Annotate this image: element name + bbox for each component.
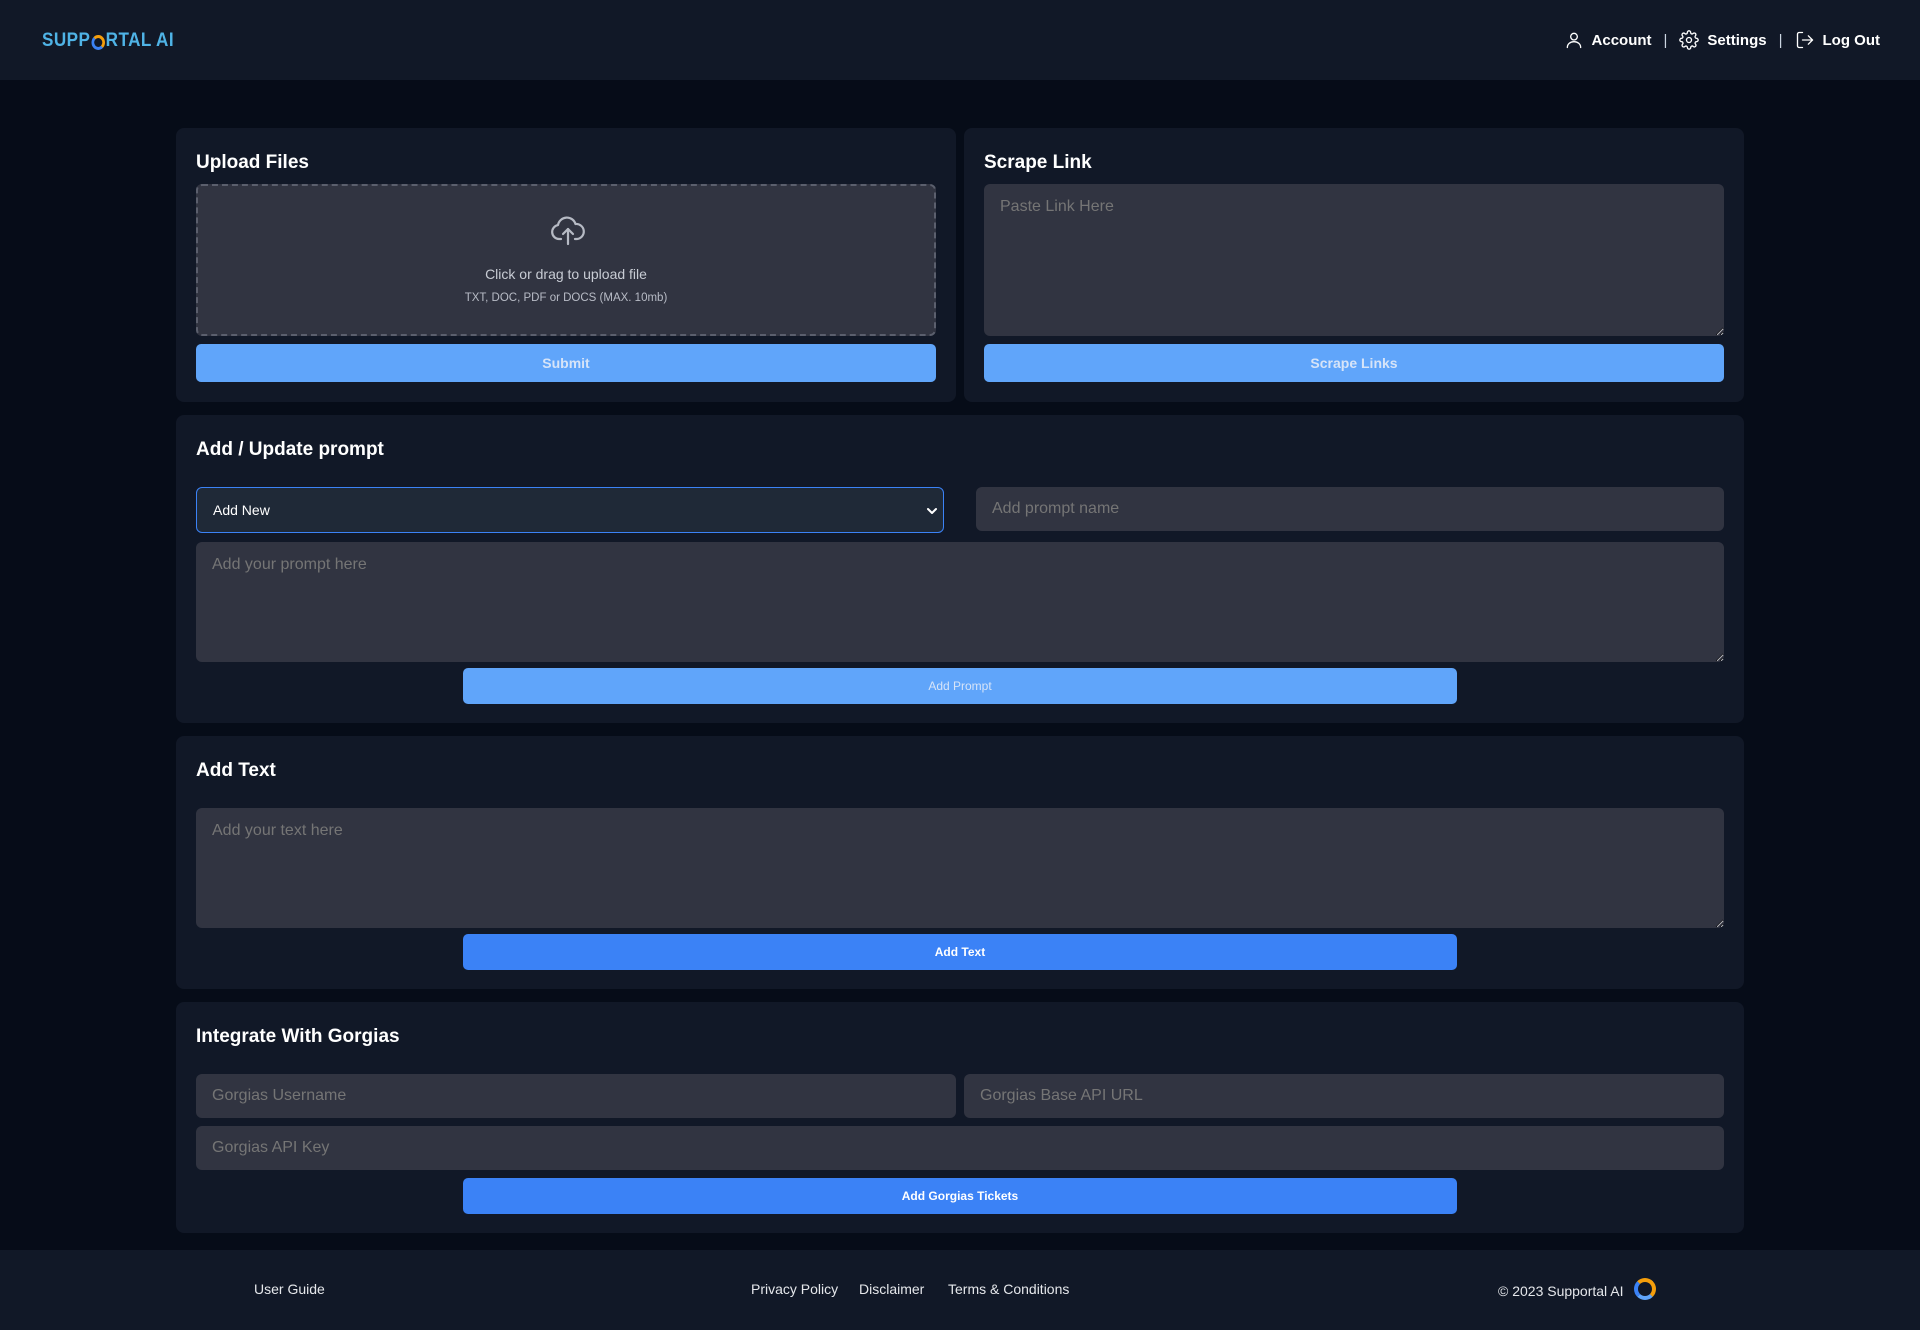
terms-link[interactable]: Terms & Conditions	[948, 1281, 1069, 1297]
copyright-text: © 2023 Supportal AI	[1498, 1282, 1624, 1299]
logo-text-end: RTAL AI	[105, 30, 175, 51]
add-prompt-button[interactable]: Add Prompt	[463, 668, 1457, 704]
settings-label: Settings	[1707, 31, 1767, 49]
logo-text-start: SUPP	[42, 30, 91, 51]
account-link[interactable]: Account	[1564, 30, 1652, 50]
submit-upload-button[interactable]: Submit	[196, 344, 936, 382]
dropzone-instruction: Click or drag to upload file	[485, 266, 647, 282]
copyright: © 2023 Supportal AI	[1498, 1278, 1656, 1300]
page-footer: User Guide Privacy Policy Disclaimer Ter…	[0, 1250, 1920, 1330]
logo-ring-icon	[91, 34, 105, 50]
disclaimer-link[interactable]: Disclaimer	[859, 1281, 924, 1297]
top-header: SUPP RTAL AI Account | Settings | Log Out	[0, 0, 1920, 80]
gorgias-card: Integrate With Gorgias Add Gorgias Ticke…	[176, 1002, 1744, 1233]
gorgias-api-key-input[interactable]	[196, 1126, 1724, 1170]
add-gorgias-tickets-button[interactable]: Add Gorgias Tickets	[463, 1178, 1457, 1214]
privacy-policy-link[interactable]: Privacy Policy	[751, 1281, 838, 1297]
gorgias-username-input[interactable]	[196, 1074, 956, 1118]
nav-separator: |	[1778, 31, 1783, 49]
prompt-card: Add / Update prompt Add New Add Prompt	[176, 415, 1744, 723]
prompt-text-input[interactable]	[196, 542, 1724, 662]
user-guide-link[interactable]: User Guide	[254, 1281, 325, 1297]
prompt-name-input[interactable]	[976, 487, 1724, 531]
prompt-select[interactable]: Add New	[196, 487, 944, 533]
settings-link[interactable]: Settings	[1679, 30, 1767, 50]
gorgias-base-url-input[interactable]	[964, 1074, 1724, 1118]
logout-label: Log Out	[1822, 31, 1880, 49]
add-text-title: Add Text	[196, 760, 276, 781]
nav-separator: |	[1663, 31, 1668, 49]
file-dropzone[interactable]: Click or drag to upload file TXT, DOC, P…	[196, 184, 936, 336]
account-label: Account	[1591, 31, 1652, 49]
logout-link[interactable]: Log Out	[1795, 30, 1880, 50]
scrape-link-title: Scrape Link	[984, 152, 1092, 173]
scrape-links-button[interactable]: Scrape Links	[984, 344, 1724, 382]
add-text-button[interactable]: Add Text	[463, 934, 1457, 970]
logout-icon	[1796, 31, 1813, 49]
add-text-input[interactable]	[196, 808, 1724, 928]
gear-icon	[1679, 30, 1700, 50]
user-icon	[1566, 32, 1581, 49]
scrape-link-input[interactable]	[984, 184, 1724, 336]
supportal-ring-icon	[1633, 1278, 1656, 1300]
upload-files-title: Upload Files	[196, 152, 309, 173]
dropzone-file-types: TXT, DOC, PDF or DOCS (MAX. 10mb)	[464, 292, 668, 304]
supportal-logo[interactable]: SUPP RTAL AI	[42, 30, 174, 52]
add-text-card: Add Text Add Text	[176, 736, 1744, 989]
cloud-upload-icon	[551, 216, 585, 246]
scrape-link-card: Scrape Link Scrape Links	[964, 128, 1744, 402]
upload-files-card: Upload Files Click or drag to upload fil…	[176, 128, 956, 402]
gorgias-card-title: Integrate With Gorgias	[196, 1026, 400, 1047]
prompt-card-title: Add / Update prompt	[196, 439, 384, 460]
header-nav: Account | Settings | Log Out	[1564, 28, 1880, 52]
